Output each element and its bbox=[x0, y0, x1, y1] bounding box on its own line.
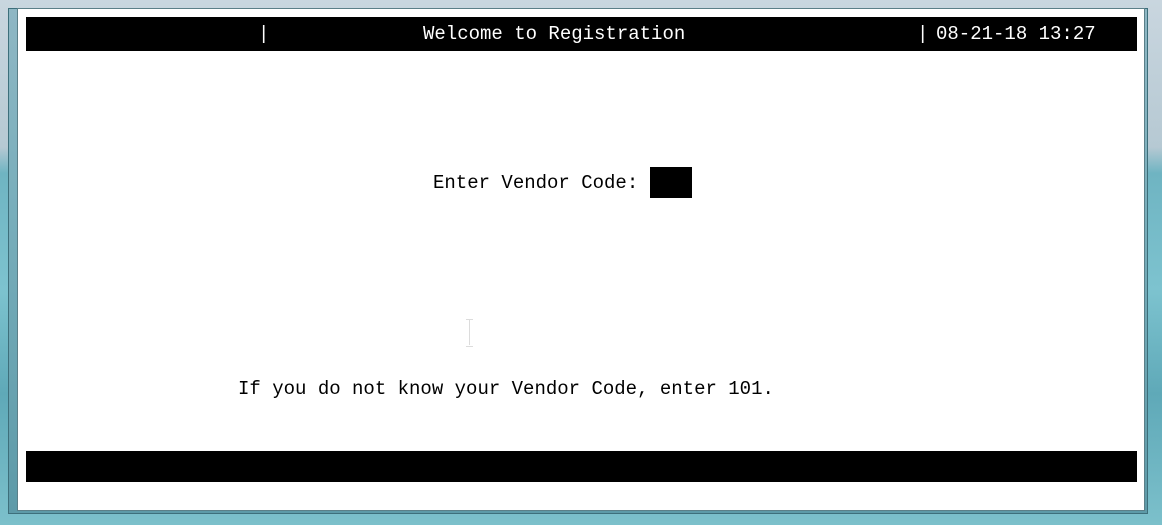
vendor-code-input[interactable] bbox=[650, 167, 693, 198]
text-cursor-icon bbox=[466, 318, 473, 348]
terminal-screen[interactable]: | Welcome to Registration | 08-21-18 13:… bbox=[17, 8, 1145, 511]
header-separator-right: | bbox=[917, 23, 929, 45]
date-time: 08-21-18 13:27 bbox=[936, 23, 1096, 45]
page-title: Welcome to Registration bbox=[423, 23, 686, 45]
status-bar bbox=[26, 451, 1137, 482]
vendor-code-label: Enter Vendor Code: bbox=[433, 171, 639, 194]
header-separator-left: | bbox=[258, 23, 270, 45]
header-bar: | Welcome to Registration | 08-21-18 13:… bbox=[26, 17, 1137, 51]
vendor-code-prompt: Enter Vendor Code: bbox=[433, 167, 693, 198]
vendor-code-hint: If you do not know your Vendor Code, ent… bbox=[238, 378, 774, 400]
